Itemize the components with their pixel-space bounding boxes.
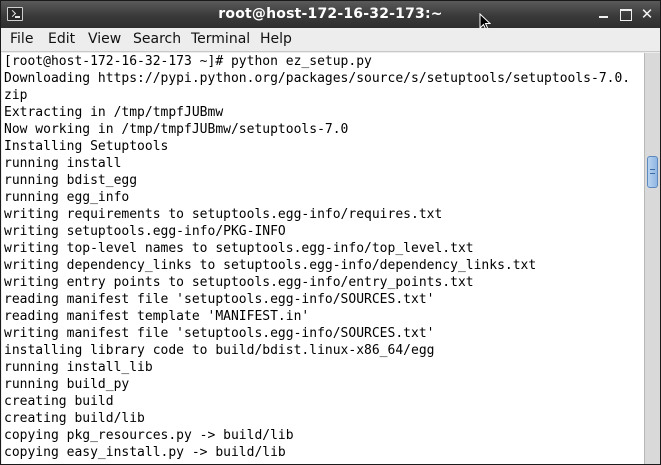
- menu-help[interactable]: Help: [260, 31, 292, 48]
- terminal-line: Downloading https://pypi.python.org/pack…: [4, 71, 631, 86]
- terminal-line: running build_py: [4, 377, 130, 392]
- minimize-icon[interactable]: [594, 5, 612, 23]
- terminal-line: writing manifest file 'setuptools.egg-in…: [4, 326, 435, 341]
- menu-edit[interactable]: Edit: [48, 31, 75, 48]
- terminal-line: reading manifest file 'setuptools.egg-in…: [4, 292, 435, 307]
- terminal-line: running install: [4, 156, 122, 171]
- terminal-line: running bdist_egg: [4, 173, 138, 188]
- terminal-line: writing top-level names to setuptools.eg…: [4, 241, 474, 256]
- title-bar[interactable]: root@host-172-16-32-173:~ ✕: [1, 1, 660, 31]
- terminal-window: root@host-172-16-32-173:~ ✕ File Edit Vi…: [0, 0, 661, 465]
- menu-bar: File Edit View Search Terminal Help: [1, 28, 660, 52]
- terminal-line: writing setuptools.egg-info/PKG-INFO: [4, 224, 286, 239]
- terminal-line: zip: [4, 88, 28, 103]
- terminal-line: reading manifest template 'MANIFEST.in': [4, 309, 310, 324]
- menu-view[interactable]: View: [88, 31, 121, 48]
- terminal-line: copying pkg_resources.py -> build/lib: [4, 428, 294, 443]
- menu-file[interactable]: File: [10, 31, 33, 48]
- scrollbar-thumb[interactable]: [647, 156, 658, 188]
- terminal-line: [root@host-172-16-32-173 ~]# python ez_s…: [4, 54, 372, 69]
- terminal-line: writing entry points to setuptools.egg-i…: [4, 275, 474, 290]
- terminal-line: Now working in /tmp/tmpfJUBmw/setuptools…: [4, 122, 349, 137]
- terminal-line: Extracting in /tmp/tmpfJUBmw: [4, 105, 224, 120]
- terminal-output[interactable]: [root@host-172-16-32-173 ~]# python ez_s…: [2, 53, 644, 464]
- terminal-line: creating build: [4, 394, 114, 409]
- vertical-scrollbar[interactable]: [644, 53, 660, 464]
- terminal-line: installing library code to build/bdist.l…: [4, 343, 435, 358]
- maximize-icon[interactable]: [616, 5, 634, 23]
- terminal-line: Installing Setuptools: [4, 139, 169, 154]
- menu-search[interactable]: Search: [133, 31, 181, 48]
- terminal-line: creating build/lib: [4, 411, 145, 426]
- close-icon[interactable]: ✕: [638, 5, 656, 23]
- terminal-line: running install_lib: [4, 360, 153, 375]
- window-title: root@host-172-16-32-173:~: [218, 6, 443, 22]
- terminal-line: running egg_info: [4, 190, 130, 205]
- terminal-line: writing requirements to setuptools.egg-i…: [4, 207, 443, 222]
- menu-terminal[interactable]: Terminal: [191, 31, 250, 48]
- terminal-line: writing dependency_links to setuptools.e…: [4, 258, 537, 273]
- terminal-line: copying easy_install.py -> build/lib: [4, 445, 286, 460]
